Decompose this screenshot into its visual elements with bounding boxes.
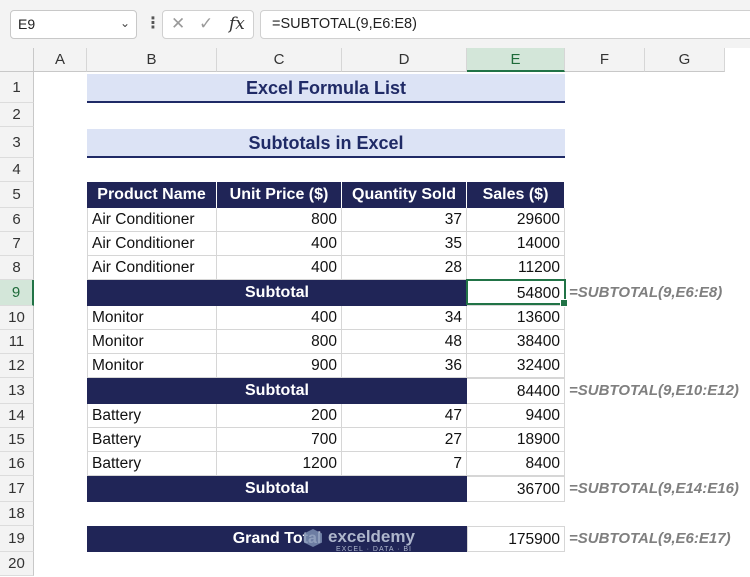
check-icon[interactable]: ✓ <box>199 14 213 34</box>
quantity-cell[interactable]: 36 <box>342 354 467 378</box>
formula-buttons: ✕ ✓ fx <box>162 10 254 39</box>
unit-price-cell[interactable]: 200 <box>217 404 342 428</box>
row-header-9[interactable]: 9 <box>0 280 34 306</box>
row-header-10[interactable]: 10 <box>0 306 34 330</box>
unit-price-cell[interactable]: 700 <box>217 428 342 452</box>
row-header-18[interactable]: 18 <box>0 502 34 526</box>
watermark-tag: EXCEL · DATA · BI <box>336 546 412 553</box>
product-name-cell[interactable]: Monitor <box>87 306 217 330</box>
product-name-cell[interactable]: Monitor <box>87 354 217 378</box>
product-name-cell[interactable]: Monitor <box>87 330 217 354</box>
sales-cell[interactable]: 8400 <box>467 452 565 476</box>
column-heading[interactable]: Product Name <box>87 182 217 208</box>
row-header-6[interactable]: 6 <box>0 208 34 232</box>
row-header-13[interactable]: 13 <box>0 378 34 404</box>
unit-price-cell[interactable]: 800 <box>217 330 342 354</box>
row-header-8[interactable]: 8 <box>0 256 34 280</box>
row-header-15[interactable]: 15 <box>0 428 34 452</box>
row-header-4[interactable]: 4 <box>0 158 34 182</box>
row-header-2[interactable]: 2 <box>0 103 34 127</box>
unit-price-cell[interactable]: 800 <box>217 208 342 232</box>
more-options-icon[interactable]: ⋮ <box>145 13 161 33</box>
close-icon[interactable]: ✕ <box>171 14 185 34</box>
sales-cell[interactable]: 38400 <box>467 330 565 354</box>
product-name-cell[interactable]: Battery <box>87 404 217 428</box>
column-header-f[interactable]: F <box>565 48 645 72</box>
unit-price-cell[interactable]: 900 <box>217 354 342 378</box>
column-header-e[interactable]: E <box>467 48 565 72</box>
product-name-cell[interactable]: Battery <box>87 452 217 476</box>
sales-cell[interactable]: 11200 <box>467 256 565 280</box>
formula-input[interactable]: =SUBTOTAL(9,E6:E8) <box>260 10 750 39</box>
unit-price-cell[interactable]: 400 <box>217 306 342 330</box>
row-header-3[interactable]: 3 <box>0 127 34 158</box>
sales-cell[interactable]: 29600 <box>467 208 565 232</box>
fx-icon[interactable]: fx <box>229 14 245 34</box>
product-name-cell[interactable]: Air Conditioner <box>87 256 217 280</box>
sales-cell[interactable]: 9400 <box>467 404 565 428</box>
subtotal-value[interactable]: 36700 <box>467 476 565 502</box>
column-header-c[interactable]: C <box>217 48 342 72</box>
exceldemy-watermark: exceldemy EXCEL · DATA · BI <box>302 527 452 553</box>
row-header-1[interactable]: 1 <box>0 72 34 103</box>
sheet-title[interactable]: Excel Formula List <box>87 74 565 103</box>
formula-bar-area: E9 ⌄ ⋮ ✕ ✓ fx =SUBTOTAL(9,E6:E8) <box>0 0 750 48</box>
row-header-16[interactable]: 16 <box>0 452 34 476</box>
product-name-cell[interactable]: Battery <box>87 428 217 452</box>
subtotal-value[interactable]: 84400 <box>467 378 565 404</box>
row-header-11[interactable]: 11 <box>0 330 34 354</box>
column-header-b[interactable]: B <box>87 48 217 72</box>
name-box-value: E9 <box>18 16 36 32</box>
sales-cell[interactable]: 14000 <box>467 232 565 256</box>
row-header-12[interactable]: 12 <box>0 354 34 378</box>
row-header-20[interactable]: 20 <box>0 552 34 576</box>
column-header-g[interactable]: G <box>645 48 725 72</box>
column-heading[interactable]: Sales ($) <box>467 182 565 208</box>
product-name-cell[interactable]: Air Conditioner <box>87 208 217 232</box>
quantity-cell[interactable]: 48 <box>342 330 467 354</box>
subtotal-label[interactable]: Subtotal <box>87 280 467 306</box>
row-header-14[interactable]: 14 <box>0 404 34 428</box>
select-all-corner[interactable] <box>0 48 34 72</box>
column-header-d[interactable]: D <box>342 48 467 72</box>
product-name-cell[interactable]: Air Conditioner <box>87 232 217 256</box>
sheet-subtitle[interactable]: Subtotals in Excel <box>87 129 565 158</box>
row-header-7[interactable]: 7 <box>0 232 34 256</box>
unit-price-cell[interactable]: 400 <box>217 232 342 256</box>
formula-annotation: =SUBTOTAL(9,E6:E8) <box>569 284 723 301</box>
formula-annotation: =SUBTOTAL(9,E10:E12) <box>569 382 739 399</box>
quantity-cell[interactable]: 27 <box>342 428 467 452</box>
sales-cell[interactable]: 32400 <box>467 354 565 378</box>
unit-price-cell[interactable]: 1200 <box>217 452 342 476</box>
quantity-cell[interactable]: 7 <box>342 452 467 476</box>
name-box[interactable]: E9 ⌄ <box>10 10 137 39</box>
quantity-cell[interactable]: 28 <box>342 256 467 280</box>
column-heading[interactable]: Quantity Sold <box>342 182 467 208</box>
column-heading[interactable]: Unit Price ($) <box>217 182 342 208</box>
formula-annotation: =SUBTOTAL(9,E14:E16) <box>569 480 739 497</box>
subtotal-label[interactable]: Subtotal <box>87 378 467 404</box>
row-header-19[interactable]: 19 <box>0 526 34 552</box>
column-header-a[interactable]: A <box>34 48 87 72</box>
formula-annotation: =SUBTOTAL(9,E6:E17) <box>569 530 731 547</box>
chevron-down-icon[interactable]: ⌄ <box>120 16 130 30</box>
quantity-cell[interactable]: 37 <box>342 208 467 232</box>
quantity-cell[interactable]: 35 <box>342 232 467 256</box>
exceldemy-logo-icon <box>304 529 322 547</box>
subtotal-label[interactable]: Subtotal <box>87 476 467 502</box>
active-cell-selection <box>466 279 568 307</box>
quantity-cell[interactable]: 47 <box>342 404 467 428</box>
sales-cell[interactable]: 18900 <box>467 428 565 452</box>
row-header-17[interactable]: 17 <box>0 476 34 502</box>
unit-price-cell[interactable]: 400 <box>217 256 342 280</box>
quantity-cell[interactable]: 34 <box>342 306 467 330</box>
sales-cell[interactable]: 13600 <box>467 306 565 330</box>
grand-total-value[interactable]: 175900 <box>467 526 565 552</box>
watermark-brand: exceldemy <box>328 527 415 546</box>
row-header-5[interactable]: 5 <box>0 182 34 208</box>
